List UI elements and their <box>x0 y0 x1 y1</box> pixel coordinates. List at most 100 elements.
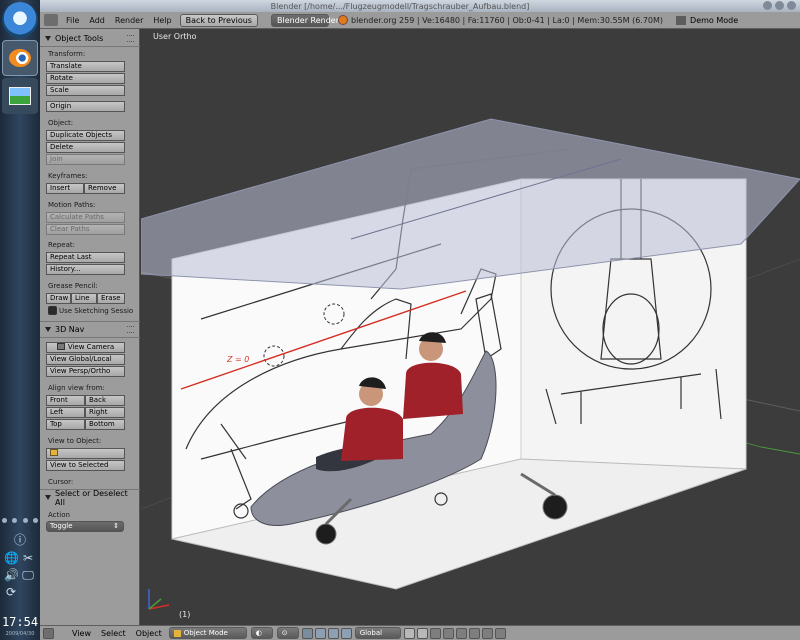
editor-type-icon[interactable] <box>43 627 54 639</box>
menu-help[interactable]: Help <box>148 16 176 25</box>
panel-collapse-icon <box>45 495 51 500</box>
render-icon[interactable] <box>481 627 493 639</box>
insert-keyframe-button[interactable]: Insert <box>46 183 84 194</box>
window-controls <box>763 1 796 10</box>
action-label: Action <box>48 511 70 519</box>
translate-button[interactable]: Translate <box>46 61 125 72</box>
blender-app-icon[interactable] <box>2 40 38 76</box>
menu-add[interactable]: Add <box>84 16 110 25</box>
repeat-last-button[interactable]: Repeat Last <box>46 252 125 263</box>
origin-button[interactable]: Origin <box>46 101 125 112</box>
sphere-shading-icon: ◐ <box>255 629 262 637</box>
view-to-selected-button[interactable]: View to Selected <box>46 460 125 471</box>
demo-mode-toggle[interactable]: Demo Mode <box>671 14 743 27</box>
scale-button[interactable]: Scale <box>46 85 125 96</box>
3d-viewport[interactable]: User Ortho Z = 0 (1) <box>141 29 800 625</box>
maximize-window-button[interactable] <box>775 1 784 10</box>
grease-erase-button[interactable]: Erase <box>97 293 125 304</box>
action-select[interactable]: Toggle ⇕ <box>46 521 124 532</box>
repeat-label: Repeat: <box>48 241 75 249</box>
editor-type-icon[interactable] <box>44 14 58 26</box>
network-globe-icon[interactable]: 🌐 <box>4 551 19 565</box>
view-back-button[interactable]: Back <box>85 395 125 406</box>
transform-orientation-select[interactable]: Global <box>354 627 401 639</box>
duplicate-objects-button[interactable]: Duplicate Objects <box>46 130 125 141</box>
panel-grip-icon[interactable] <box>127 326 134 333</box>
refresh-icon[interactable]: ⟳ <box>4 585 18 599</box>
keyframes-label: Keyframes: <box>48 172 88 180</box>
pivot-point-select[interactable]: ⊙ <box>276 627 299 639</box>
proportional-edit-icon[interactable] <box>468 627 480 639</box>
view-camera-label: View Camera <box>67 343 115 351</box>
render-engine-select[interactable]: Blender Render <box>270 13 339 27</box>
os-logo-icon[interactable] <box>2 2 38 38</box>
layer-grid-icon[interactable] <box>403 627 415 639</box>
demo-mode-icon <box>676 15 687 25</box>
manipulator-toggle-icon[interactable] <box>301 627 313 639</box>
close-window-button[interactable] <box>787 1 796 10</box>
3d-nav-panel-header[interactable]: 3D Nav <box>42 323 138 336</box>
clear-paths-button[interactable]: Clear Paths <box>46 224 125 235</box>
workspace-dot[interactable] <box>2 518 7 523</box>
view-persp-ortho-button[interactable]: View Persp/Ortho <box>46 366 125 377</box>
view-to-object-field[interactable] <box>46 448 125 459</box>
grease-line-button[interactable]: Line <box>71 293 97 304</box>
transform-orientation-value: Global <box>359 629 383 637</box>
viewport-header: View Select Object Object Mode ◐ ⊙ Globa… <box>40 625 800 640</box>
remove-keyframe-button[interactable]: Remove <box>84 183 125 194</box>
rotate-button[interactable]: Rotate <box>46 73 125 84</box>
wheel-rear <box>542 494 568 520</box>
landscape-image-icon <box>9 87 31 105</box>
viewport-scene <box>141 118 800 610</box>
camera-render-icon[interactable] <box>494 627 506 639</box>
scale-manipulator-icon[interactable] <box>340 627 352 639</box>
axis-label: Z = 0 <box>227 355 250 364</box>
display-icon[interactable]: 🖵 <box>21 568 35 582</box>
lock-layer-icon[interactable] <box>429 627 441 639</box>
snap-icon[interactable] <box>442 627 454 639</box>
view-front-button[interactable]: Front <box>46 395 85 406</box>
scissors-icon[interactable]: ✂ <box>21 551 35 565</box>
tool-shelf: Object Tools Transform: Translate Rotate… <box>40 29 140 625</box>
menu-view[interactable]: View <box>67 629 96 638</box>
menu-object[interactable]: Object <box>131 629 167 638</box>
use-sketching-checkbox[interactable] <box>48 306 57 315</box>
select-deselect-panel-header[interactable]: Select or Deselect All <box>42 489 138 507</box>
grease-draw-button[interactable]: Draw <box>46 293 71 304</box>
magnet-icon[interactable] <box>455 627 467 639</box>
draw-type-select[interactable]: ◐ <box>250 627 273 639</box>
workspace-dot[interactable] <box>12 518 18 523</box>
panel-grip-icon[interactable] <box>127 35 134 42</box>
layer-grid-icon[interactable] <box>416 627 428 639</box>
3d-nav-title: 3D Nav <box>55 325 85 334</box>
info-icon[interactable]: ⓘ <box>13 533 27 547</box>
divider <box>40 46 140 47</box>
menu-render[interactable]: Render <box>110 16 148 25</box>
mode-select[interactable]: Object Mode <box>168 627 247 639</box>
back-to-previous-button[interactable]: Back to Previous <box>179 13 258 27</box>
join-button[interactable]: Join <box>46 154 125 165</box>
workspace-dot[interactable] <box>32 518 38 523</box>
workspace-dot[interactable] <box>22 518 28 523</box>
image-viewer-app-icon[interactable] <box>2 78 38 114</box>
rotate-manipulator-icon[interactable] <box>327 627 339 639</box>
view-left-button[interactable]: Left <box>46 407 85 418</box>
view-camera-button[interactable]: View Camera <box>46 342 125 353</box>
menu-select[interactable]: Select <box>96 629 131 638</box>
calculate-paths-button[interactable]: Calculate Paths <box>46 212 125 223</box>
view-right-button[interactable]: Right <box>85 407 125 418</box>
motion-paths-label: Motion Paths: <box>48 201 96 209</box>
align-view-label: Align view from: <box>48 384 105 392</box>
view-bottom-button[interactable]: Bottom <box>85 419 125 430</box>
workspace-dots <box>2 518 38 523</box>
translate-manipulator-icon[interactable] <box>314 627 326 639</box>
menu-file[interactable]: File <box>61 16 84 25</box>
object-tools-panel-header[interactable]: Object Tools <box>42 32 138 45</box>
panel-collapse-icon <box>45 327 51 332</box>
minimize-window-button[interactable] <box>763 1 772 10</box>
history-button[interactable]: History... <box>46 264 125 275</box>
view-top-button[interactable]: Top <box>46 419 85 430</box>
view-global-local-button[interactable]: View Global/Local <box>46 354 125 365</box>
delete-button[interactable]: Delete <box>46 142 125 153</box>
speaker-icon[interactable]: 🔊 <box>4 568 19 582</box>
